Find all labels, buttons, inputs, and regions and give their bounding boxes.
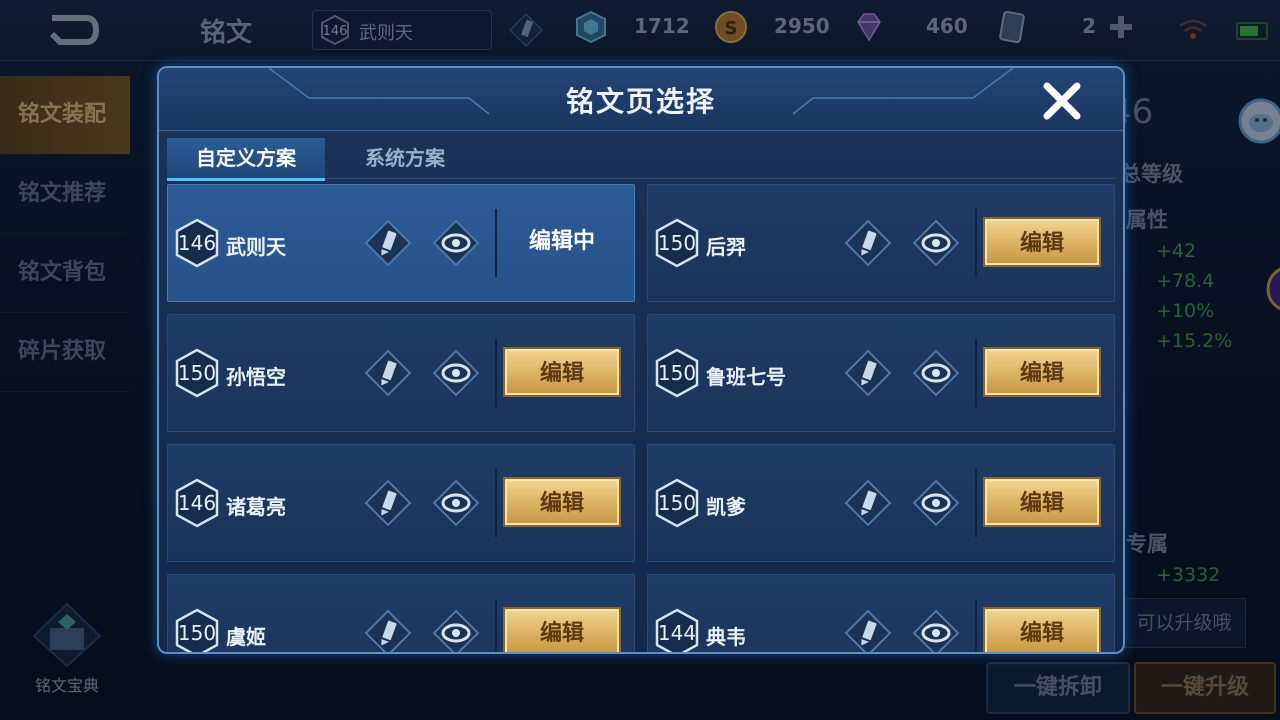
edit-button[interactable]: 编辑	[503, 347, 621, 397]
level-hexagon-icon: 146	[175, 218, 219, 268]
edit-button[interactable]: 编辑	[983, 347, 1101, 397]
rune-page-card[interactable]: 150 鲁班七号 编辑	[647, 314, 1115, 432]
edit-button[interactable]: 编辑	[983, 217, 1101, 267]
rename-pen-icon[interactable]	[844, 609, 892, 654]
card-divider	[495, 209, 497, 277]
hero-name: 后羿	[706, 235, 746, 259]
level-hexagon-icon: 150	[175, 608, 219, 652]
card-divider	[975, 339, 977, 407]
eye-icon[interactable]	[432, 609, 480, 654]
rename-pen-icon[interactable]	[364, 479, 412, 527]
rune-page-card[interactable]: 146 诸葛亮 编辑	[167, 444, 635, 562]
eye-icon[interactable]	[432, 479, 480, 527]
tab-bar: 自定义方案 系统方案	[167, 138, 1115, 181]
rename-pen-icon[interactable]	[364, 219, 412, 267]
card-divider	[495, 339, 497, 407]
level-hexagon-icon: 150	[655, 218, 699, 268]
hero-name: 凯爹	[706, 495, 746, 519]
rename-pen-icon[interactable]	[364, 609, 412, 654]
rename-pen-icon[interactable]	[364, 349, 412, 397]
eye-icon[interactable]	[912, 609, 960, 654]
level-hexagon-icon: 150	[655, 348, 699, 398]
hero-name: 鲁班七号	[706, 365, 786, 389]
editing-status: 编辑中	[528, 229, 595, 254]
close-icon[interactable]	[1039, 78, 1085, 124]
svg-text:144: 144	[658, 621, 696, 645]
level-hexagon-icon: 150	[175, 348, 219, 398]
edit-button[interactable]: 编辑	[983, 607, 1101, 652]
dialog-title: 铭文页选择	[565, 85, 716, 118]
eye-icon[interactable]	[912, 219, 960, 267]
svg-text:146: 146	[178, 231, 216, 255]
rune-page-dialog: 铭文页选择 自定义方案 系统方案 146 武则天 编辑中 150 后羿 编辑 1…	[157, 66, 1125, 654]
tab-system[interactable]: 系统方案	[325, 138, 485, 178]
hero-name: 典韦	[706, 625, 746, 649]
rename-pen-icon[interactable]	[844, 219, 892, 267]
svg-text:150: 150	[658, 231, 696, 255]
edit-button[interactable]: 编辑	[983, 477, 1101, 527]
rune-page-card[interactable]: 150 凯爹 编辑	[647, 444, 1115, 562]
hero-name: 武则天	[226, 235, 286, 259]
hero-name: 虞姬	[226, 625, 266, 649]
rename-pen-icon[interactable]	[844, 349, 892, 397]
hero-name: 孙悟空	[226, 365, 286, 389]
card-divider	[975, 599, 977, 652]
svg-text:146: 146	[178, 491, 216, 515]
svg-text:150: 150	[658, 361, 696, 385]
hero-name: 诸葛亮	[226, 495, 286, 519]
card-divider	[975, 209, 977, 277]
eye-icon[interactable]	[432, 349, 480, 397]
rune-page-card[interactable]: 150 孙悟空 编辑	[167, 314, 635, 432]
eye-icon[interactable]	[912, 349, 960, 397]
level-hexagon-icon: 144	[655, 608, 699, 652]
rename-pen-icon[interactable]	[844, 479, 892, 527]
rune-page-card[interactable]: 144 典韦 编辑	[647, 574, 1115, 654]
rune-page-card[interactable]: 146 武则天 编辑中	[167, 184, 635, 302]
card-divider	[495, 469, 497, 537]
level-hexagon-icon: 146	[175, 478, 219, 528]
eye-icon[interactable]	[432, 219, 480, 267]
eye-icon[interactable]	[912, 479, 960, 527]
rune-page-card[interactable]: 150 后羿 编辑	[647, 184, 1115, 302]
level-hexagon-icon: 150	[655, 478, 699, 528]
svg-text:150: 150	[178, 621, 216, 645]
card-divider	[975, 469, 977, 537]
tab-custom[interactable]: 自定义方案	[167, 138, 325, 181]
svg-text:150: 150	[658, 491, 696, 515]
svg-text:150: 150	[178, 361, 216, 385]
edit-button[interactable]: 编辑	[503, 477, 621, 527]
edit-button[interactable]: 编辑	[503, 607, 621, 652]
rune-page-card[interactable]: 150 虞姬 编辑	[167, 574, 635, 654]
card-divider	[495, 599, 497, 652]
dialog-header: 铭文页选择	[159, 68, 1123, 131]
